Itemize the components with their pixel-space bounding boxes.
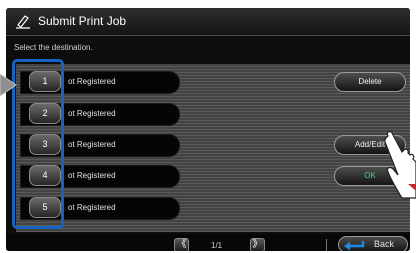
destination-label: ot Registered [68, 203, 116, 212]
instruction-text: Select the destination. [14, 43, 93, 52]
footer-divider [326, 239, 327, 251]
next-page-button[interactable]: 》 [250, 238, 265, 251]
title-bar: Submit Print Job [6, 8, 410, 36]
prev-page-button[interactable]: 《 [174, 238, 189, 251]
red-marker-icon [408, 184, 416, 191]
selection-highlight-box [12, 59, 64, 229]
back-arrow-icon [344, 241, 365, 251]
callout-pointer-icon [0, 74, 17, 96]
touch-panel-screen: Submit Print Job Select the destination.… [6, 8, 410, 251]
delete-button[interactable]: Delete [334, 72, 406, 92]
destination-label: ot Registered [68, 109, 116, 118]
page-title: Submit Print Job [38, 14, 127, 28]
print-job-icon [16, 15, 30, 29]
page-indicator: 1/1 [211, 241, 223, 250]
destination-label: ot Registered [68, 77, 116, 86]
pointing-hand-icon [384, 130, 416, 199]
back-button[interactable]: Back [338, 236, 408, 251]
destination-label: ot Registered [68, 171, 116, 180]
destination-label: ot Registered [68, 140, 116, 149]
back-label: Back [374, 239, 395, 249]
